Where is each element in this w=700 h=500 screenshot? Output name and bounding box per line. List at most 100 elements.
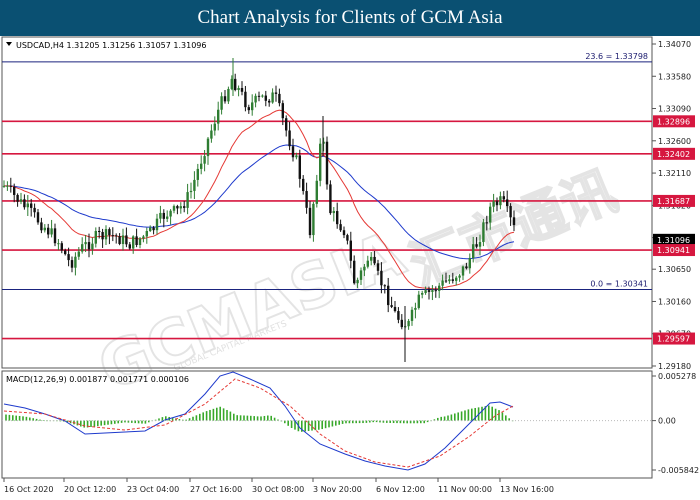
macd-histogram-bar bbox=[460, 411, 463, 421]
macd-histogram-bar bbox=[188, 418, 191, 421]
macd-histogram-bar bbox=[491, 406, 493, 421]
macd-histogram-bar bbox=[263, 415, 266, 421]
candle-body bbox=[421, 293, 424, 295]
macd-histogram-bar bbox=[348, 420, 351, 424]
macd-histogram-bar bbox=[447, 415, 449, 421]
fibo-level-label: 0.0 = 1.30341 bbox=[590, 280, 648, 289]
candle-body bbox=[6, 185, 9, 187]
candle-body bbox=[390, 305, 393, 307]
candle-body bbox=[183, 206, 186, 208]
candle-body bbox=[87, 242, 91, 250]
macd-histogram-bar bbox=[114, 420, 116, 424]
candle-body bbox=[298, 155, 301, 179]
price-tick-label: 1.34070 bbox=[658, 40, 691, 49]
candle-body bbox=[189, 190, 193, 193]
candle-body bbox=[438, 285, 441, 291]
candle-body bbox=[67, 254, 70, 261]
candle-body bbox=[145, 230, 148, 237]
candle-body bbox=[196, 168, 199, 180]
candle-body bbox=[407, 320, 410, 327]
candle-body bbox=[244, 91, 247, 108]
candle-body bbox=[366, 260, 369, 267]
candle-body bbox=[98, 230, 101, 233]
macd-histogram-bar bbox=[250, 415, 252, 421]
candle-body bbox=[431, 290, 434, 292]
candle-body bbox=[393, 306, 397, 312]
candle-body bbox=[152, 227, 155, 231]
candle-body bbox=[353, 260, 356, 284]
candle-body bbox=[64, 250, 67, 255]
candle-body bbox=[30, 203, 33, 208]
candle-body bbox=[346, 235, 349, 241]
candle-body bbox=[26, 203, 29, 208]
candle-body bbox=[502, 196, 505, 200]
candle-body bbox=[186, 192, 189, 208]
candle-body bbox=[312, 203, 315, 236]
candle-body bbox=[339, 224, 342, 231]
candle-body bbox=[23, 199, 26, 208]
level-price-tag-text: 1.32896 bbox=[657, 117, 690, 126]
macd-histogram-bar bbox=[222, 408, 225, 421]
candle-body bbox=[166, 216, 169, 219]
candle-body bbox=[77, 251, 80, 257]
candle-body bbox=[210, 130, 213, 139]
candle-body bbox=[257, 95, 261, 97]
time-tick-label: 30 Oct 08:00 bbox=[252, 485, 304, 494]
candle-body bbox=[271, 92, 274, 103]
chart-canvas[interactable]: GCMASIA GLOBAL CAPITAL MARKETS 汇市通讯 23.6… bbox=[0, 36, 700, 500]
candle-body bbox=[135, 236, 138, 246]
candle-body bbox=[36, 212, 40, 223]
fibo-level-label: 23.6 = 1.33798 bbox=[585, 52, 648, 61]
macd-histogram-bar bbox=[372, 420, 374, 423]
candle-body bbox=[50, 228, 53, 235]
level-price-tag-text: 1.30941 bbox=[657, 246, 690, 255]
candle-body bbox=[468, 257, 471, 269]
price-tick-label: 1.33090 bbox=[658, 105, 691, 114]
candle-body bbox=[288, 130, 291, 147]
macd-histogram-bar bbox=[35, 418, 38, 421]
candle-body bbox=[478, 242, 482, 247]
time-tick-label: 3 Nov 20:00 bbox=[313, 485, 362, 494]
candle-body bbox=[53, 228, 57, 244]
macd-histogram-bar bbox=[290, 420, 293, 428]
candle-body bbox=[315, 180, 318, 204]
candle-body bbox=[138, 238, 142, 246]
candle-body bbox=[506, 199, 509, 207]
candle-body bbox=[155, 218, 159, 231]
candle-body bbox=[329, 184, 332, 214]
candle-body bbox=[217, 109, 220, 124]
candle-body bbox=[305, 191, 308, 208]
candle-body bbox=[278, 93, 281, 104]
macd-histogram-bar bbox=[488, 405, 490, 421]
macd-histogram-bar bbox=[481, 406, 483, 421]
price-tick-label: 1.30160 bbox=[658, 297, 691, 306]
time-tick-label: 23 Oct 04:00 bbox=[127, 485, 179, 494]
time-tick-label: 27 Oct 16:00 bbox=[190, 485, 242, 494]
candle-body bbox=[172, 206, 176, 211]
time-tick-label: 20 Oct 12:00 bbox=[64, 485, 116, 494]
macd-histogram-bar bbox=[331, 420, 334, 427]
macd-histogram-bar bbox=[260, 416, 262, 421]
candle-body bbox=[251, 102, 254, 111]
macd-histogram-bar bbox=[83, 420, 85, 428]
macd-histogram-bar bbox=[144, 420, 147, 424]
macd-tick-label: -0.005842 bbox=[658, 466, 699, 475]
macd-histogram-bar bbox=[454, 413, 456, 421]
candle-body bbox=[472, 244, 475, 258]
macd-histogram-bar bbox=[8, 414, 11, 421]
macd-histogram-bar bbox=[369, 420, 371, 423]
candle-body bbox=[387, 285, 390, 306]
candle-body bbox=[132, 236, 135, 249]
candle-body bbox=[60, 243, 63, 251]
macd-histogram-bar bbox=[226, 409, 228, 421]
macd-histogram-bar bbox=[219, 406, 221, 421]
macd-histogram-bar bbox=[399, 420, 402, 424]
candle-body bbox=[319, 143, 322, 181]
time-tick-label: 11 Nov 00:00 bbox=[438, 485, 492, 494]
level-price-tag-text: 1.31096 bbox=[657, 236, 690, 245]
candle-body bbox=[376, 263, 380, 271]
level-price-tag-text: 1.31687 bbox=[657, 197, 690, 206]
macd-histogram-bar bbox=[5, 414, 7, 421]
macd-histogram-bar bbox=[341, 420, 344, 424]
candle-body bbox=[336, 211, 339, 225]
